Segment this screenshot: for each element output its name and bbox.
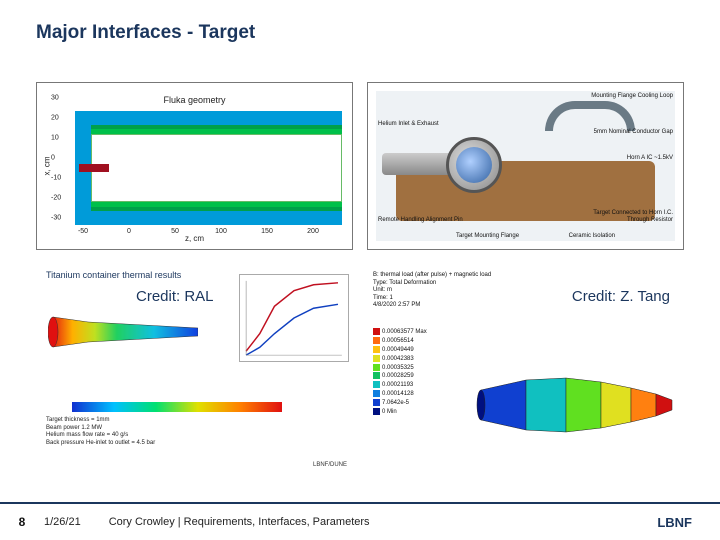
ral-panel: Titanium container thermal results Credi…	[36, 266, 353, 474]
ral-mini-plot	[239, 274, 349, 362]
tang-time: Time: 1	[373, 295, 491, 303]
legend-swatch	[373, 372, 380, 379]
tang-unit: Unit: m	[373, 287, 491, 295]
tang-legend-item: 0.00028259	[373, 372, 427, 381]
legend-value: 0.00063577 Max	[382, 329, 427, 335]
cad-conn-label: Target Connected to Horn I.C. Through Re…	[593, 210, 673, 223]
ral-colorbar	[72, 402, 282, 412]
legend-swatch	[373, 381, 380, 388]
ral-logo: LBNF/DUNE	[313, 462, 347, 468]
cad-gap-label: 5mm Nominal Conductor Gap	[594, 129, 673, 135]
fluka-xtick: 150	[261, 228, 273, 235]
ral-notes: Target thickness = 1mm Beam power 1.2 MW…	[46, 417, 155, 448]
ral-note: Target thickness = 1mm	[46, 417, 155, 425]
legend-swatch	[373, 355, 380, 362]
legend-swatch	[373, 390, 380, 397]
row-2: Titanium container thermal results Credi…	[36, 266, 684, 474]
row-1: Fluka geometry x, cm z, cm -50 0 50 100 …	[36, 82, 684, 250]
tang-legend-item: 0.00035325	[373, 364, 427, 373]
fluka-xtick: 200	[307, 228, 319, 235]
tang-legend-item: 0.00063577 Max	[373, 328, 427, 337]
fluka-xlabel: z, cm	[185, 234, 204, 243]
cad-mount-label: Target Mounting Flange	[456, 233, 519, 239]
footer: 8 1/26/21 Cory Crowley | Requirements, I…	[0, 502, 720, 540]
legend-swatch	[373, 399, 380, 406]
legend-swatch	[373, 328, 380, 335]
legend-value: 0.00014128	[382, 391, 414, 397]
cad-iso-label: Ceramic Isolation	[569, 233, 615, 239]
legend-value: 0.00021193	[382, 382, 413, 388]
legend-value: 0.00035325	[382, 365, 414, 371]
fluka-xtick: 100	[215, 228, 227, 235]
cad-horn-label: Horn A IC ~1.5kV	[627, 155, 673, 161]
fluka-ytick: 10	[51, 135, 59, 142]
fluka-diagram	[75, 109, 342, 227]
legend-value: 0.00056514	[382, 338, 414, 344]
legend-value: 0.00042383	[382, 356, 414, 362]
cad-flange-label: Mounting Flange Cooling Loop	[591, 93, 673, 99]
legend-swatch	[373, 408, 380, 415]
tang-legend-item: 0.00014128	[373, 390, 427, 399]
tang-legend-item: 0 Min	[373, 408, 427, 417]
tang-heading: B: thermal load (after pulse) + magnetic…	[373, 272, 491, 280]
ral-title: Titanium container thermal results	[46, 270, 181, 280]
tang-credit: Credit: Z. Tang	[572, 288, 670, 305]
cad-pin-label: Remote Handling Alignment Pin	[378, 217, 463, 223]
ral-note: Beam power 1.2 MW	[46, 425, 155, 433]
fluka-ytick: -30	[51, 215, 61, 222]
legend-value: 0.00049449	[382, 347, 414, 353]
tang-legend: 0.00063577 Max 0.00056514 0.00049449 0.0004…	[373, 328, 427, 417]
tang-legend-item: 0.00056514	[373, 337, 427, 346]
fluka-xtick: -50	[78, 228, 88, 235]
cad-he-label: Helium Inlet & Exhaust	[378, 121, 439, 127]
fluka-ytick: 0	[51, 155, 55, 162]
tang-type: Type: Total Deformation	[373, 280, 491, 288]
tang-cone-render	[476, 360, 676, 450]
fluka-xtick: 0	[127, 228, 131, 235]
legend-value: 0.00028259	[382, 373, 414, 379]
tang-legend-item: 7.0642e-5	[373, 399, 427, 408]
tang-date: 4/8/2020 2:57 PM	[373, 302, 491, 310]
fluka-ytick: 20	[51, 115, 59, 122]
slide-title: Major Interfaces - Target	[36, 22, 255, 44]
ral-note: Helium mass flow rate = 40 g/s	[46, 432, 155, 440]
page-number: 8	[0, 515, 44, 529]
footer-author: Cory Crowley | Requirements, Interfaces,…	[109, 516, 370, 528]
ral-cone-render	[48, 302, 198, 362]
ral-note: Back pressure He-inlet to outlet = 4.5 b…	[46, 440, 155, 448]
legend-swatch	[373, 364, 380, 371]
tang-legend-item: 0.00049449	[373, 346, 427, 355]
tang-panel: Credit: Z. Tang B: thermal load (after p…	[367, 266, 684, 474]
tang-header: B: thermal load (after pulse) + magnetic…	[373, 272, 491, 310]
fluka-ytick: -20	[51, 195, 61, 202]
footer-date: 1/26/21	[44, 516, 81, 528]
legend-swatch	[373, 346, 380, 353]
fluka-title: Fluka geometry	[163, 95, 225, 105]
legend-value: 0 Min	[382, 409, 397, 415]
fluka-xtick: 50	[171, 228, 179, 235]
fluka-ytick: -10	[51, 175, 61, 182]
footer-brand: LBNF	[657, 515, 692, 530]
cad-diagram: Mounting Flange Cooling Loop 5mm Nominal…	[376, 91, 675, 241]
tang-legend-item: 0.00021193	[373, 381, 427, 390]
cad-panel: Mounting Flange Cooling Loop 5mm Nominal…	[367, 82, 684, 250]
tang-legend-item: 0.00042383	[373, 355, 427, 364]
fluka-ytick: 30	[51, 95, 59, 102]
fluka-panel: Fluka geometry x, cm z, cm -50 0 50 100 …	[36, 82, 353, 250]
legend-swatch	[373, 337, 380, 344]
legend-value: 7.0642e-5	[382, 400, 409, 406]
